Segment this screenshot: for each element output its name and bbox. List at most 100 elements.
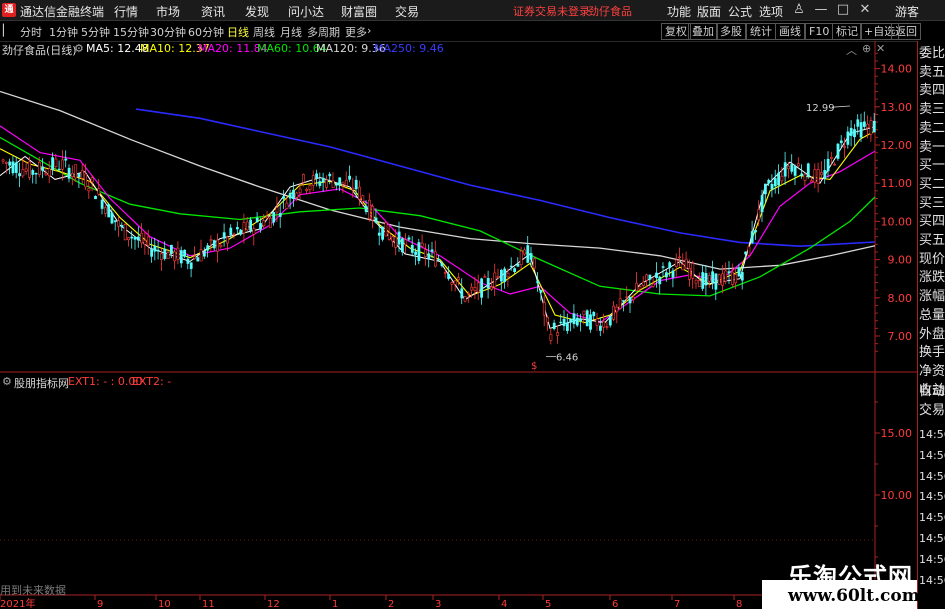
candle-body — [94, 196, 97, 200]
side-panel-item: 买一 — [919, 158, 945, 174]
candle-body — [146, 236, 150, 246]
price-tick-label: 13.00 — [881, 101, 913, 114]
candle-body — [638, 286, 642, 290]
candle-body — [420, 242, 424, 247]
candle-body — [490, 286, 493, 290]
candle-body — [777, 172, 781, 186]
candle-body — [790, 164, 794, 172]
candle-body — [595, 318, 599, 326]
candle-body — [384, 222, 388, 237]
low-marker-label: $ — [531, 361, 537, 372]
candle-body — [407, 237, 411, 240]
candle-body — [592, 311, 596, 317]
candle-body — [483, 276, 487, 278]
candle-body — [232, 233, 236, 236]
candle-body — [328, 173, 332, 177]
candle-body — [635, 282, 639, 292]
candle-body — [117, 220, 121, 227]
candle-body — [853, 129, 856, 138]
side-panel-item: 涨幅 — [919, 289, 945, 305]
candle-body — [443, 272, 447, 274]
sub-tick-label: 15.00 — [881, 427, 913, 440]
price-tick-label: 12.00 — [881, 139, 913, 152]
candle-body — [1, 159, 5, 162]
candle-body — [206, 245, 210, 251]
candle-body — [737, 267, 741, 277]
candle-body — [711, 271, 715, 283]
candle-body — [97, 188, 101, 195]
side-panel-item: 14:56 — [919, 573, 945, 587]
candle-body — [734, 274, 738, 284]
time-tick-label: 7 — [674, 599, 680, 609]
candle-body — [262, 220, 266, 227]
candle-body — [338, 177, 342, 186]
candle-body — [872, 120, 876, 133]
candle-body — [334, 182, 338, 186]
candle-body — [516, 263, 520, 267]
candle-body — [166, 252, 170, 260]
candle-body — [427, 253, 431, 260]
candle-body — [100, 199, 104, 209]
side-panel-item: 买二 — [919, 176, 945, 192]
candle-body — [546, 316, 550, 323]
candle-body — [255, 217, 259, 223]
candle-body — [80, 170, 84, 179]
time-tick-label: 12 — [267, 599, 280, 609]
candle-body — [691, 263, 695, 279]
candle-body — [846, 131, 850, 145]
candle-body — [278, 213, 282, 217]
side-panel-item: 14:56 — [919, 469, 945, 483]
candle-body — [542, 302, 546, 316]
candle-body — [598, 325, 602, 331]
candle-body — [447, 273, 451, 279]
candle-body — [179, 250, 183, 264]
side-panel-item[interactable]: 交易 — [919, 402, 945, 420]
side-panel-item: 总量 — [919, 307, 945, 323]
candle-body — [664, 272, 668, 278]
time-tick-label: 2021年 — [0, 597, 35, 609]
time-tick-label: 11 — [202, 599, 215, 609]
candle-body — [28, 161, 31, 178]
candle-body — [744, 251, 748, 255]
candle-body — [796, 163, 800, 167]
candle-body — [721, 273, 724, 286]
candle-body — [275, 207, 279, 213]
candle-body — [288, 192, 292, 199]
candle-body — [41, 166, 45, 171]
side-panel-item[interactable]: 自动 — [919, 383, 945, 401]
side-panel-item: 14:56 — [919, 428, 945, 441]
side-panel-item: 14:56 — [919, 532, 945, 545]
candle-body — [585, 310, 589, 327]
candle-body — [618, 298, 622, 309]
candle-body — [344, 179, 348, 186]
candle-body — [648, 274, 652, 280]
candle-body — [671, 270, 675, 278]
time-tick-label: 8 — [736, 599, 742, 609]
candle-body — [24, 168, 28, 172]
candle-body — [760, 195, 764, 213]
candle-body — [424, 249, 427, 257]
candle-body — [44, 172, 48, 176]
price-tick-label: 7.00 — [888, 330, 913, 343]
candle-body — [437, 258, 441, 261]
candle-body — [367, 199, 371, 220]
candle-body — [311, 175, 315, 186]
candle-body — [57, 168, 61, 171]
candle-body — [199, 249, 203, 262]
candle-body — [31, 170, 35, 175]
candle-body — [137, 236, 140, 241]
ma20-line — [0, 125, 876, 324]
candle-body — [71, 173, 74, 178]
candle-body — [298, 188, 302, 194]
candle-body — [684, 258, 688, 269]
candle-body — [173, 251, 177, 262]
candle-body — [417, 242, 421, 261]
kline-chart[interactable]: 7.00 8.00 9.00 10.00 11.00 12.00 13.00 14.00 10.… — [0, 0, 917, 609]
candle-body — [589, 314, 592, 330]
candle-body — [242, 222, 246, 234]
candle-body — [21, 169, 25, 177]
candle-body — [239, 229, 243, 235]
candle-body — [140, 232, 144, 244]
candle-body — [374, 217, 378, 223]
candle-body — [724, 270, 728, 282]
